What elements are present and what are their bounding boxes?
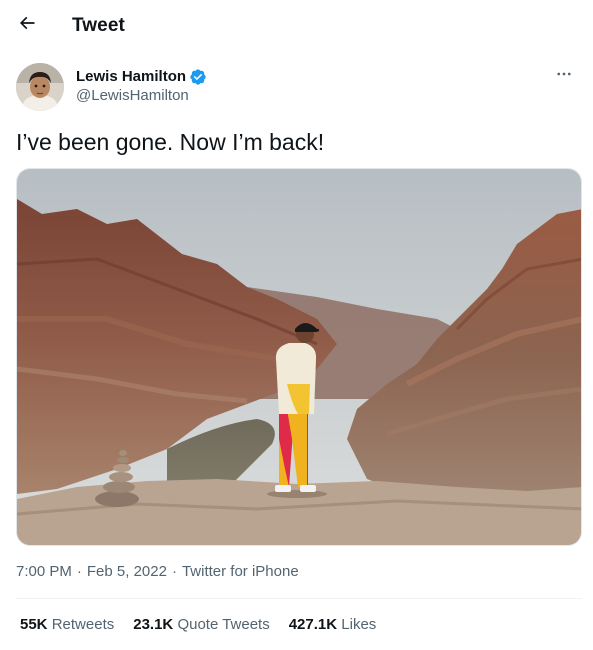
quote-tweets-count: 23.1K	[133, 616, 174, 633]
author-handle[interactable]: @LewisHamilton	[76, 86, 207, 106]
likes-count: 427.1K	[288, 616, 338, 633]
tweet-date[interactable]: Feb 5, 2022	[87, 563, 167, 580]
likes-stat[interactable]: 427.1K Likes	[289, 616, 377, 633]
tweet-source[interactable]: Twitter for iPhone	[182, 563, 299, 580]
tweet-time[interactable]: 7:00 PM	[16, 563, 72, 580]
tweet-stats: 55K Retweets 23.1K Quote Tweets 427.1K L…	[20, 616, 376, 633]
tweet-author: Lewis Hamilton @LewisHamilton	[16, 63, 577, 113]
retweets-label: Retweets	[51, 616, 115, 633]
meta-separator: ·	[171, 563, 177, 580]
tweet-header: Tweet	[0, 0, 593, 53]
more-options-button[interactable]	[553, 65, 575, 87]
quote-tweets-stat[interactable]: 23.1K Quote Tweets	[133, 616, 269, 633]
likes-label: Likes	[341, 616, 377, 633]
tweet-text: I’ve been gone. Now I’m back!	[16, 129, 325, 155]
tweet-photo[interactable]	[16, 168, 582, 546]
avatar[interactable]	[16, 63, 64, 111]
more-horizontal-icon	[555, 65, 573, 88]
page-title: Tweet	[72, 15, 125, 36]
author-display-name[interactable]: Lewis Hamilton	[76, 67, 207, 86]
quote-tweets-label: Quote Tweets	[177, 616, 270, 633]
retweets-stat[interactable]: 55K Retweets	[20, 616, 114, 633]
divider	[16, 598, 582, 599]
author-name-text: Lewis Hamilton	[76, 68, 187, 85]
tweet-meta: 7:00 PM · Feb 5, 2022 · Twitter for iPho…	[16, 563, 299, 580]
arrow-left-icon	[17, 13, 37, 38]
back-button[interactable]	[12, 10, 42, 40]
verified-badge-icon	[189, 68, 207, 86]
author-names: Lewis Hamilton @LewisHamilton	[76, 67, 207, 106]
retweets-count: 55K	[20, 616, 48, 633]
meta-separator: ·	[76, 563, 82, 580]
